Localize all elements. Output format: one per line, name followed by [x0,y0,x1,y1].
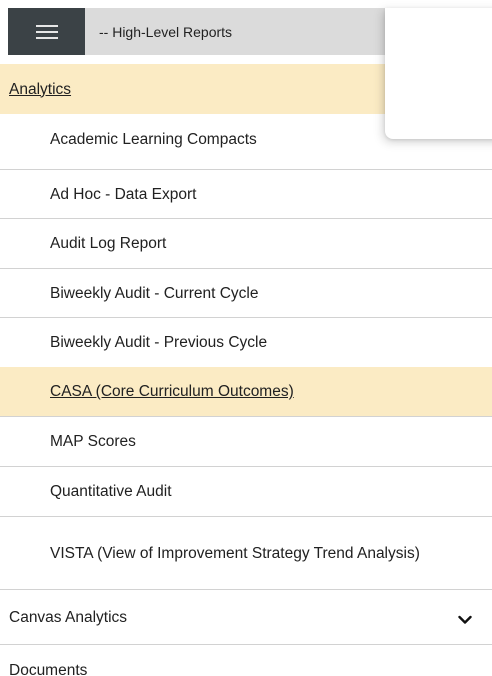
nav-item-label: Canvas Analytics [9,608,128,626]
menu-button[interactable] [8,8,85,55]
nav-subitem-casa-core-curriculum-outcomes[interactable]: CASA (Core Curriculum Outcomes) [0,367,492,416]
nav-item-label: Analytics [9,80,72,98]
nav-item-label: Ad Hoc - Data Export [50,185,197,203]
nav-subitem-audit-log-report[interactable]: Audit Log Report [0,219,492,268]
nav-item-label: Quantitative Audit [50,483,172,500]
nav-item-label: MAP Scores [50,433,136,450]
nav-item-label: Biweekly Audit - Current Cycle [50,284,259,302]
nav-subitem-biweekly-audit-previous-cycle[interactable]: Biweekly Audit - Previous Cycle [0,318,492,367]
nav-item-documents[interactable]: Documents [0,645,492,676]
report-select-value: -- High-Level Reports [99,23,233,40]
nav-subitem-quantitative-audit[interactable]: Quantitative Audit [0,467,492,516]
nav-item-label: Audit Log Report [50,235,167,252]
nav-subitem-biweekly-audit-current-cycle[interactable]: Biweekly Audit - Current Cycle [0,269,492,317]
nav-item-label: Biweekly Audit - Previous Cycle [50,334,268,351]
nav-item-label: Documents [9,661,88,676]
nav-subitem-ad-hoc-data-export[interactable]: Ad Hoc - Data Export [0,170,492,218]
report-select[interactable]: -- High-Level Reports [85,8,385,55]
chevron-down-icon [458,612,472,630]
nav-item-label: VISTA (View of Improvement Strategy Tren… [50,544,420,562]
nav-subitem-vista[interactable]: VISTA (View of Improvement Strategy Tren… [0,517,492,589]
hamburger-menu-icon [35,24,58,40]
nav-item-canvas-analytics[interactable]: Canvas Analytics [0,590,492,644]
popover-panel [385,8,492,139]
nav-subitem-map-scores[interactable]: MAP Scores [0,417,492,466]
nav-item-label: CASA (Core Curriculum Outcomes) [50,383,294,400]
nav-item-label: Academic Learning Compacts [50,130,257,148]
app-frame: -- High-Level Reports Analytics Academic… [0,0,492,676]
